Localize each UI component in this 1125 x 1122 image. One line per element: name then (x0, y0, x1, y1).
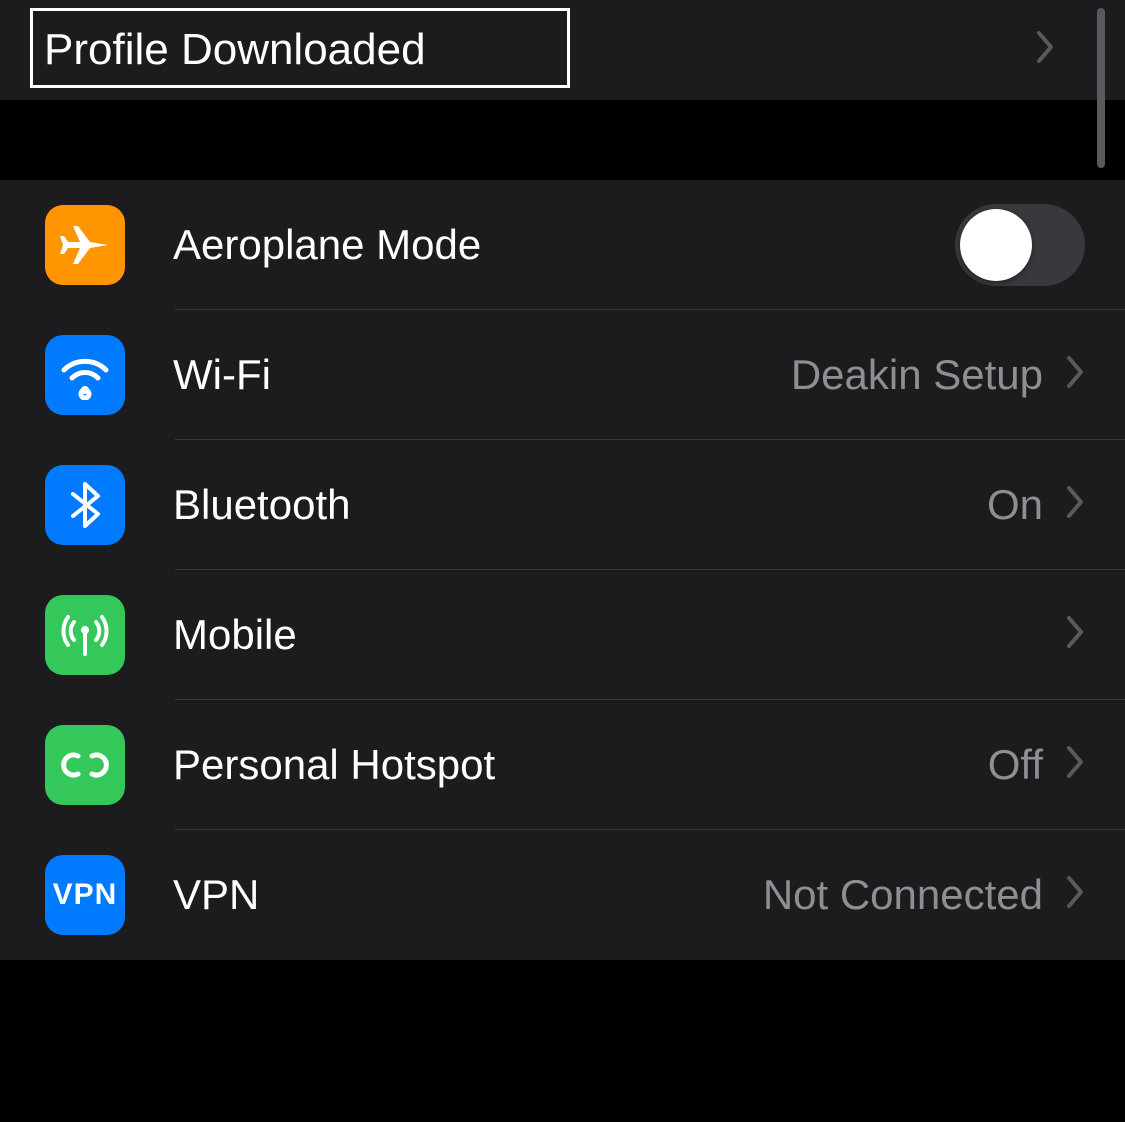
wifi-row[interactable]: Wi-Fi Deakin Setup (45, 310, 1125, 440)
scrollbar[interactable] (1097, 8, 1105, 168)
vpn-row[interactable]: VPN VPN Not Connected (45, 830, 1125, 960)
wifi-value: Deakin Setup (791, 351, 1043, 399)
vpn-icon-text: VPN (53, 878, 118, 912)
chevron-right-icon (1067, 613, 1085, 658)
bluetooth-value: On (987, 481, 1043, 529)
bluetooth-row[interactable]: Bluetooth On (45, 440, 1125, 570)
antenna-icon (45, 595, 125, 675)
chevron-right-icon (1067, 483, 1085, 528)
profile-downloaded-label: Profile Downloaded (44, 25, 426, 75)
personal-hotspot-label: Personal Hotspot (173, 741, 495, 789)
profile-downloaded-row[interactable]: Profile Downloaded (0, 0, 1125, 100)
chevron-right-icon (1037, 28, 1055, 73)
wifi-icon (45, 335, 125, 415)
section-gap (0, 100, 1125, 180)
vpn-icon: VPN (45, 855, 125, 935)
personal-hotspot-row[interactable]: Personal Hotspot Off (45, 700, 1125, 830)
aeroplane-mode-label: Aeroplane Mode (173, 221, 481, 269)
hotspot-icon (45, 725, 125, 805)
aeroplane-mode-row[interactable]: Aeroplane Mode (45, 180, 1125, 310)
chevron-right-icon (1067, 353, 1085, 398)
vpn-value: Not Connected (763, 871, 1043, 919)
chevron-right-icon (1067, 743, 1085, 788)
mobile-row[interactable]: Mobile (45, 570, 1125, 700)
personal-hotspot-value: Off (988, 741, 1043, 789)
aeroplane-mode-toggle[interactable] (955, 204, 1085, 286)
chevron-right-icon (1067, 873, 1085, 918)
bluetooth-icon (45, 465, 125, 545)
bottom-gap (0, 960, 1125, 1055)
toggle-knob (960, 209, 1032, 281)
mobile-label: Mobile (173, 611, 297, 659)
settings-list: Aeroplane Mode Wi-Fi Deakin Setup Blueto… (0, 180, 1125, 960)
airplane-icon (45, 205, 125, 285)
wifi-label: Wi-Fi (173, 351, 271, 399)
bluetooth-label: Bluetooth (173, 481, 350, 529)
vpn-label: VPN (173, 871, 259, 919)
